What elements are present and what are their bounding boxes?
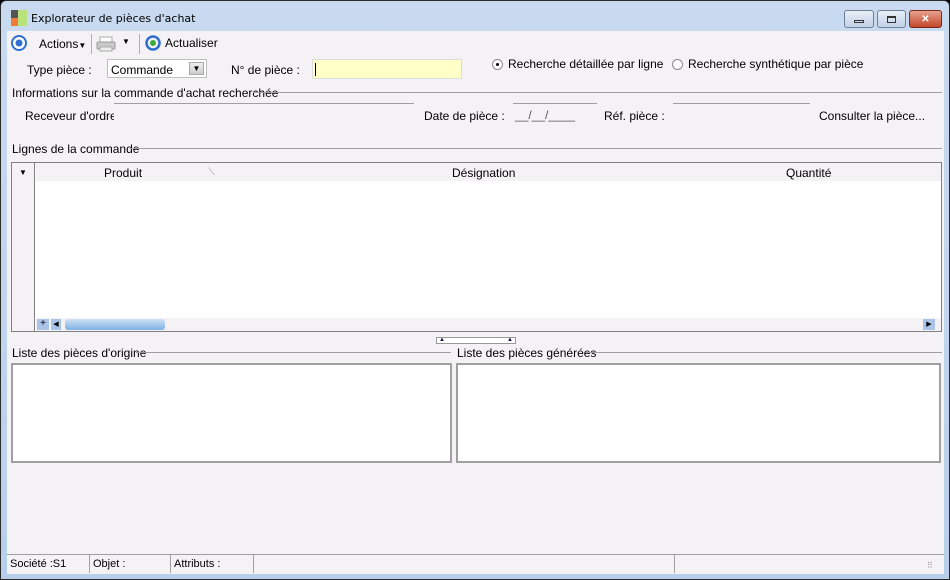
receiver-label: Receveur d'ordre :	[25, 109, 124, 123]
print-dropdown-icon: ▼	[122, 37, 130, 46]
column-header-quantite[interactable]: Quantité	[786, 166, 831, 180]
info-group-title: Informations sur la commande d'achat rec…	[12, 86, 279, 100]
ref-label: Réf. pièce :	[604, 109, 665, 123]
refresh-label: Actualiser	[165, 36, 218, 50]
type-select-value: Commande	[111, 63, 174, 77]
radio-selected-icon	[492, 58, 503, 70]
origin-list-title: Liste des pièces d'origine	[12, 346, 147, 360]
grid-menu-icon[interactable]: ▼	[19, 168, 27, 177]
maximize-icon	[887, 15, 896, 23]
dropdown-arrow-icon: ▼	[78, 41, 87, 50]
lines-group-title: Lignes de la commande	[12, 142, 140, 156]
window: Explorateur de pièces d'achat ✕ Actions▼…	[0, 0, 950, 580]
add-row-button[interactable]: +	[37, 319, 49, 330]
minimize-icon	[854, 20, 864, 23]
status-attributes: Attributs :	[171, 555, 254, 573]
radio-synthetic-label: Recherche synthétique par pièce	[688, 57, 864, 71]
scroll-right-icon[interactable]: ▶	[923, 319, 935, 330]
status-object: Objet :	[90, 555, 171, 573]
radio-synthetic[interactable]: Recherche synthétique par pièce	[672, 57, 863, 71]
toolbar-separator	[91, 34, 92, 54]
target-icon[interactable]	[11, 35, 27, 51]
actions-menu[interactable]: Actions▼	[39, 37, 86, 51]
ref-field	[673, 103, 810, 123]
origin-list[interactable]	[11, 363, 452, 463]
lines-grid: ▼ Produit ⟍ Désignation Quantité + ◀ ▶	[11, 162, 942, 332]
splitter-handle[interactable]: ▲ ▲	[436, 337, 516, 344]
type-select[interactable]: Commande ▼	[107, 59, 207, 78]
close-icon: ✕	[921, 13, 930, 25]
number-label: N° de pièce :	[231, 63, 300, 77]
maximize-button[interactable]	[877, 10, 906, 28]
refresh-button[interactable]: Actualiser	[145, 35, 218, 51]
type-label: Type pièce :	[27, 63, 92, 77]
status-cell	[254, 555, 675, 573]
window-title: Explorateur de pièces d'achat	[31, 12, 196, 25]
group-divider	[586, 352, 942, 353]
app-icon	[11, 10, 27, 26]
grid-header: Produit ⟍ Désignation Quantité	[36, 163, 941, 181]
group-divider	[253, 92, 942, 93]
date-field: __/__/____	[513, 103, 597, 123]
status-company: Société :S1	[7, 555, 90, 573]
print-button[interactable]: ▼	[96, 35, 132, 53]
resize-grip-icon[interactable]: ⠿	[927, 561, 933, 570]
scroll-left-icon[interactable]: ◀	[51, 319, 61, 330]
radio-unselected-icon	[672, 58, 683, 70]
row-selector-column: ▼	[12, 163, 35, 331]
generated-list-title: Liste des pièces générées	[457, 346, 597, 360]
scrollbar-thumb[interactable]	[65, 319, 165, 330]
group-divider	[136, 352, 451, 353]
radio-detailed[interactable]: Recherche détaillée par ligne	[492, 57, 663, 71]
radio-detailed-label: Recherche détaillée par ligne	[508, 57, 664, 71]
column-header-produit[interactable]: Produit	[104, 166, 142, 180]
number-input[interactable]	[312, 59, 462, 79]
refresh-icon	[145, 35, 161, 51]
group-divider	[130, 148, 942, 149]
chevron-down-icon: ▼	[189, 62, 204, 75]
printer-icon	[96, 36, 116, 52]
horizontal-scrollbar[interactable]: + ◀ ▶	[36, 318, 941, 331]
consult-link[interactable]: Consulter la pièce...	[819, 109, 925, 123]
generated-list[interactable]	[456, 363, 941, 463]
toolbar-separator	[139, 34, 140, 54]
receiver-field	[114, 103, 414, 123]
column-header-designation[interactable]: Désignation	[452, 166, 515, 180]
actions-label: Actions	[39, 37, 79, 51]
close-button[interactable]: ✕	[909, 10, 942, 28]
date-label: Date de pièce :	[424, 109, 505, 123]
minimize-button[interactable]	[844, 10, 874, 28]
sort-icon: ⟍	[208, 167, 215, 178]
